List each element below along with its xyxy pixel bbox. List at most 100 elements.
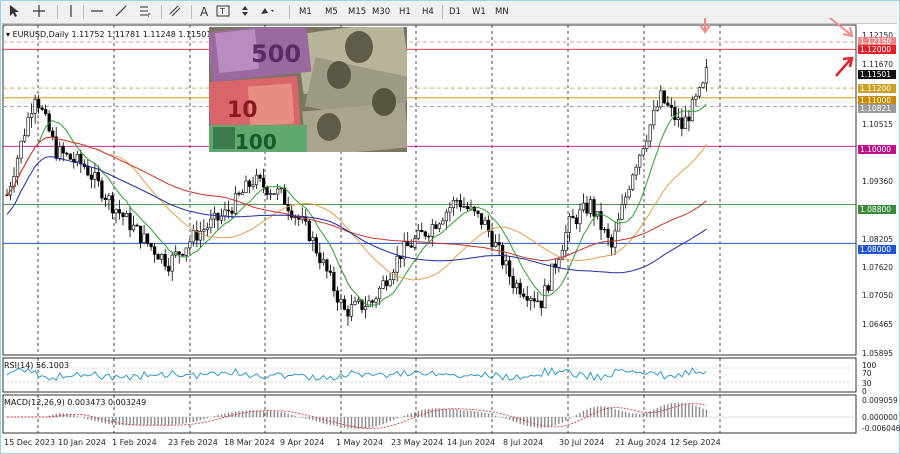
candle-body [606, 228, 610, 238]
candle-body [602, 228, 607, 231]
candle-body [209, 218, 213, 229]
candle-body [247, 180, 252, 187]
candle-body [184, 247, 188, 256]
candle-body [265, 186, 269, 195]
candle-body [167, 265, 171, 272]
candle-body [146, 233, 150, 244]
candle-body [346, 309, 350, 317]
candle-body [567, 216, 571, 233]
candle-body [529, 298, 533, 301]
candle-body [335, 290, 340, 303]
candle-body [508, 260, 512, 277]
candle-body [237, 192, 241, 195]
candle-body [631, 174, 635, 190]
candle-body [609, 237, 614, 248]
time-tick-label: 10 Jan 2024 [58, 438, 106, 447]
candle-body [655, 106, 659, 111]
candle-body [413, 238, 417, 248]
candle-body [318, 252, 322, 264]
candle-body [307, 220, 311, 242]
candle-body [592, 199, 596, 217]
chart-title: ▾ EURUSD,Daily 1.11752 1.11781 1.11248 1… [6, 30, 211, 39]
candle-body [497, 242, 501, 246]
candle-body [339, 299, 343, 303]
candle-body [290, 210, 294, 218]
price-level-box: 1.11501 [858, 70, 896, 79]
candle-body [493, 242, 498, 248]
candle-body [135, 224, 139, 227]
candle-body [613, 230, 617, 248]
candle-body [659, 90, 663, 108]
candle-body [536, 300, 540, 303]
candle-body [444, 211, 448, 222]
candle-body [72, 158, 76, 163]
candle-body [522, 293, 526, 297]
candle-body [518, 282, 522, 295]
candle-body [377, 288, 382, 300]
macd-tick-label: 0.000000 [862, 413, 898, 422]
chart-title-text: EURUSD,Daily 1.11752 1.11781 1.11248 1.1… [12, 30, 212, 39]
time-tick-label: 1 Feb 2024 [112, 438, 157, 447]
candle-body [251, 184, 255, 187]
time-tick-label: 21 Aug 2024 [615, 438, 667, 447]
time-tick-label: 18 Mar 2024 [224, 438, 275, 447]
candle-body [392, 271, 396, 281]
candle-body [557, 259, 561, 268]
candle-body [673, 107, 677, 120]
time-tick-label: 9 Apr 2024 [280, 438, 325, 447]
candle-body [293, 216, 297, 218]
time-tick-label: 23 May 2024 [391, 438, 444, 447]
candle-body [627, 189, 631, 198]
candle-body [226, 209, 231, 212]
candle-body [458, 200, 463, 208]
price-chart[interactable] [0, 0, 900, 454]
candle-body [690, 98, 695, 122]
candle-body [645, 140, 649, 150]
candle-body [342, 299, 347, 310]
candle-body [385, 280, 389, 287]
candle-body [451, 200, 456, 208]
candle-body [704, 67, 709, 84]
candle-body [353, 301, 357, 305]
candle-body [652, 109, 656, 126]
candle-body [662, 90, 666, 104]
candle-body [462, 206, 466, 208]
symbol-dropdown-icon[interactable]: ▾ [6, 30, 10, 39]
candle-body [188, 241, 192, 249]
candle-body [465, 206, 470, 210]
arrow-annotation-icon [829, 17, 854, 38]
price-tick-label: 1.07620 [862, 263, 894, 272]
macd-tick-label: 0.009059 [862, 396, 898, 405]
candle-body [138, 225, 143, 244]
candle-body [30, 113, 34, 118]
candle-body [233, 192, 238, 214]
candle-body [564, 232, 568, 251]
candle-body [697, 87, 702, 97]
candle-body [504, 260, 508, 266]
candle-body [483, 219, 487, 225]
candle-body [321, 259, 325, 264]
candle-body [149, 243, 153, 248]
candle-body [117, 209, 122, 214]
candle-body [574, 217, 579, 225]
candle-body [641, 148, 645, 156]
candle-body [110, 195, 115, 214]
candle-body [286, 204, 290, 212]
note-500-text: 500 [251, 40, 301, 68]
candle-body [525, 296, 529, 301]
candle-body [19, 140, 23, 159]
candle-body [585, 202, 589, 214]
candle-body [181, 253, 185, 256]
candle-body [543, 285, 547, 309]
candle-body [124, 213, 129, 218]
candle-body [65, 152, 69, 155]
macd-title: MACD(12,26,9) 0.003473 0.003249 [4, 398, 147, 407]
candle-body [121, 212, 125, 218]
candle-body [223, 209, 227, 217]
candle-body [571, 216, 575, 219]
candle-body [51, 130, 55, 138]
candle-body [381, 280, 385, 289]
candle-body [427, 235, 431, 238]
candle-body [276, 188, 280, 195]
candle-body [100, 180, 104, 199]
